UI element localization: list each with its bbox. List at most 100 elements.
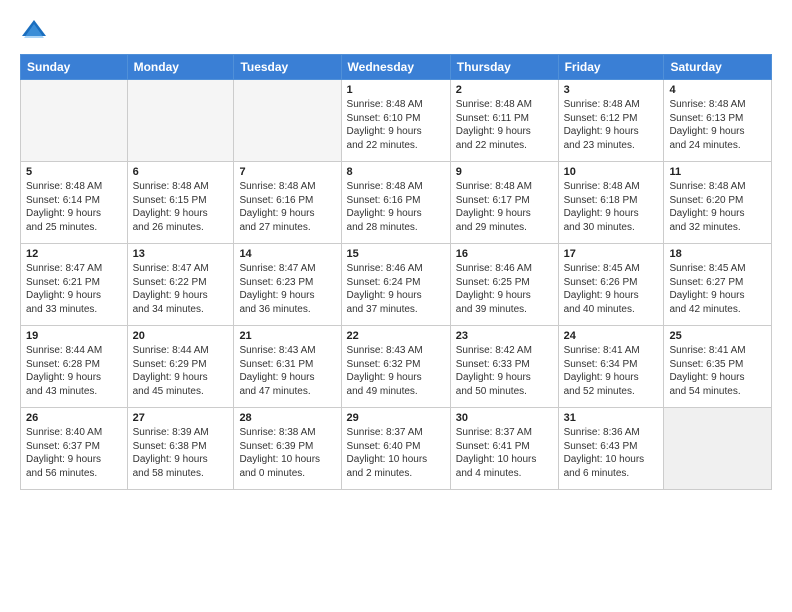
calendar-header-row: SundayMondayTuesdayWednesdayThursdayFrid… [21, 55, 772, 80]
day-number: 14 [239, 248, 335, 260]
day-number: 24 [564, 330, 659, 342]
day-number: 2 [456, 84, 553, 96]
day-number: 26 [26, 412, 122, 424]
calendar-day-cell: 18 Sunrise: 8:45 AM Sunset: 6:27 PM Dayli… [664, 244, 772, 326]
calendar-day-cell: 14 Sunrise: 8:47 AM Sunset: 6:23 PM Dayli… [234, 244, 341, 326]
day-info: Sunrise: 8:48 AM Sunset: 6:11 PM Dayligh… [456, 98, 553, 152]
day-number: 13 [133, 248, 229, 260]
day-number: 19 [26, 330, 122, 342]
weekday-header: Monday [127, 55, 234, 80]
calendar-week-row: 1Sunrise: 8:48 AM Sunset: 6:10 PM Daylig… [21, 80, 772, 162]
day-number: 8 [347, 166, 445, 178]
day-info: Sunrise: 8:48 AM Sunset: 6:17 PM Dayligh… [456, 180, 553, 234]
day-info: Sunrise: 8:47 AM Sunset: 6:21 PM Dayligh… [26, 262, 122, 316]
day-info: Sunrise: 8:37 AM Sunset: 6:40 PM Dayligh… [347, 426, 445, 480]
day-info: Sunrise: 8:48 AM Sunset: 6:13 PM Dayligh… [669, 98, 766, 152]
calendar-day-cell: 10Sunrise: 8:48 AM Sunset: 6:18 PM Dayli… [558, 162, 664, 244]
calendar-day-cell: 28 Sunrise: 8:38 AM Sunset: 6:39 PM Dayli… [234, 408, 341, 490]
day-number: 20 [133, 330, 229, 342]
day-info: Sunrise: 8:48 AM Sunset: 6:15 PM Dayligh… [133, 180, 229, 234]
calendar-day-cell [21, 80, 128, 162]
calendar-day-cell: 21Sunrise: 8:43 AM Sunset: 6:31 PM Dayli… [234, 326, 341, 408]
day-info: Sunrise: 8:44 AM Sunset: 6:29 PM Dayligh… [133, 344, 229, 398]
calendar-day-cell: 16 Sunrise: 8:46 AM Sunset: 6:25 PM Dayli… [450, 244, 558, 326]
weekday-header: Wednesday [341, 55, 450, 80]
day-number: 30 [456, 412, 553, 424]
day-info: Sunrise: 8:48 AM Sunset: 6:20 PM Dayligh… [669, 180, 766, 234]
day-info: Sunrise: 8:41 AM Sunset: 6:35 PM Dayligh… [669, 344, 766, 398]
calendar-day-cell: 20 Sunrise: 8:44 AM Sunset: 6:29 PM Dayli… [127, 326, 234, 408]
day-info: Sunrise: 8:40 AM Sunset: 6:37 PM Dayligh… [26, 426, 122, 480]
calendar-day-cell: 27 Sunrise: 8:39 AM Sunset: 6:38 PM Dayli… [127, 408, 234, 490]
day-info: Sunrise: 8:47 AM Sunset: 6:23 PM Dayligh… [239, 262, 335, 316]
day-number: 27 [133, 412, 229, 424]
day-info: Sunrise: 8:42 AM Sunset: 6:33 PM Dayligh… [456, 344, 553, 398]
calendar-day-cell: 24 Sunrise: 8:41 AM Sunset: 6:34 PM Dayli… [558, 326, 664, 408]
calendar-day-cell: 1Sunrise: 8:48 AM Sunset: 6:10 PM Daylig… [341, 80, 450, 162]
day-number: 16 [456, 248, 553, 260]
day-number: 4 [669, 84, 766, 96]
calendar-day-cell: 7Sunrise: 8:48 AM Sunset: 6:16 PM Daylig… [234, 162, 341, 244]
day-number: 18 [669, 248, 766, 260]
day-info: Sunrise: 8:48 AM Sunset: 6:14 PM Dayligh… [26, 180, 122, 234]
calendar-day-cell: 19 Sunrise: 8:44 AM Sunset: 6:28 PM Dayli… [21, 326, 128, 408]
weekday-header: Saturday [664, 55, 772, 80]
day-info: Sunrise: 8:43 AM Sunset: 6:31 PM Dayligh… [239, 344, 335, 398]
calendar-day-cell: 11Sunrise: 8:48 AM Sunset: 6:20 PM Dayli… [664, 162, 772, 244]
header [20, 16, 772, 44]
calendar-day-cell: 5Sunrise: 8:48 AM Sunset: 6:14 PM Daylig… [21, 162, 128, 244]
calendar-day-cell: 25 Sunrise: 8:41 AM Sunset: 6:35 PM Dayli… [664, 326, 772, 408]
calendar-day-cell: 4 Sunrise: 8:48 AM Sunset: 6:13 PM Daylig… [664, 80, 772, 162]
calendar: SundayMondayTuesdayWednesdayThursdayFrid… [20, 54, 772, 490]
calendar-day-cell: 29 Sunrise: 8:37 AM Sunset: 6:40 PM Dayli… [341, 408, 450, 490]
day-info: Sunrise: 8:38 AM Sunset: 6:39 PM Dayligh… [239, 426, 335, 480]
calendar-day-cell [127, 80, 234, 162]
day-info: Sunrise: 8:46 AM Sunset: 6:24 PM Dayligh… [347, 262, 445, 316]
day-info: Sunrise: 8:48 AM Sunset: 6:12 PM Dayligh… [564, 98, 659, 152]
calendar-day-cell: 26 Sunrise: 8:40 AM Sunset: 6:37 PM Dayli… [21, 408, 128, 490]
day-info: Sunrise: 8:39 AM Sunset: 6:38 PM Dayligh… [133, 426, 229, 480]
day-info: Sunrise: 8:41 AM Sunset: 6:34 PM Dayligh… [564, 344, 659, 398]
day-number: 25 [669, 330, 766, 342]
page: SundayMondayTuesdayWednesdayThursdayFrid… [0, 0, 792, 506]
day-info: Sunrise: 8:45 AM Sunset: 6:26 PM Dayligh… [564, 262, 659, 316]
day-number: 6 [133, 166, 229, 178]
day-info: Sunrise: 8:48 AM Sunset: 6:18 PM Dayligh… [564, 180, 659, 234]
calendar-day-cell: 8 Sunrise: 8:48 AM Sunset: 6:16 PM Daylig… [341, 162, 450, 244]
day-number: 31 [564, 412, 659, 424]
weekday-header: Tuesday [234, 55, 341, 80]
logo [20, 16, 52, 44]
day-info: Sunrise: 8:37 AM Sunset: 6:41 PM Dayligh… [456, 426, 553, 480]
day-number: 17 [564, 248, 659, 260]
day-number: 7 [239, 166, 335, 178]
day-info: Sunrise: 8:48 AM Sunset: 6:10 PM Dayligh… [347, 98, 445, 152]
calendar-day-cell [234, 80, 341, 162]
calendar-week-row: 12 Sunrise: 8:47 AM Sunset: 6:21 PM Dayli… [21, 244, 772, 326]
day-number: 28 [239, 412, 335, 424]
day-number: 29 [347, 412, 445, 424]
calendar-week-row: 19 Sunrise: 8:44 AM Sunset: 6:28 PM Dayli… [21, 326, 772, 408]
calendar-day-cell: 2 Sunrise: 8:48 AM Sunset: 6:11 PM Daylig… [450, 80, 558, 162]
calendar-week-row: 26 Sunrise: 8:40 AM Sunset: 6:37 PM Dayli… [21, 408, 772, 490]
calendar-day-cell: 3 Sunrise: 8:48 AM Sunset: 6:12 PM Daylig… [558, 80, 664, 162]
calendar-day-cell: 17 Sunrise: 8:45 AM Sunset: 6:26 PM Dayli… [558, 244, 664, 326]
calendar-day-cell: 9 Sunrise: 8:48 AM Sunset: 6:17 PM Daylig… [450, 162, 558, 244]
day-info: Sunrise: 8:47 AM Sunset: 6:22 PM Dayligh… [133, 262, 229, 316]
day-info: Sunrise: 8:48 AM Sunset: 6:16 PM Dayligh… [347, 180, 445, 234]
day-info: Sunrise: 8:46 AM Sunset: 6:25 PM Dayligh… [456, 262, 553, 316]
calendar-day-cell: 30 Sunrise: 8:37 AM Sunset: 6:41 PM Dayli… [450, 408, 558, 490]
calendar-week-row: 5Sunrise: 8:48 AM Sunset: 6:14 PM Daylig… [21, 162, 772, 244]
day-info: Sunrise: 8:43 AM Sunset: 6:32 PM Dayligh… [347, 344, 445, 398]
calendar-day-cell: 23 Sunrise: 8:42 AM Sunset: 6:33 PM Dayli… [450, 326, 558, 408]
calendar-day-cell: 22Sunrise: 8:43 AM Sunset: 6:32 PM Dayli… [341, 326, 450, 408]
day-number: 12 [26, 248, 122, 260]
day-number: 23 [456, 330, 553, 342]
day-info: Sunrise: 8:44 AM Sunset: 6:28 PM Dayligh… [26, 344, 122, 398]
calendar-day-cell: 6 Sunrise: 8:48 AM Sunset: 6:15 PM Daylig… [127, 162, 234, 244]
day-info: Sunrise: 8:45 AM Sunset: 6:27 PM Dayligh… [669, 262, 766, 316]
calendar-day-cell: 12 Sunrise: 8:47 AM Sunset: 6:21 PM Dayli… [21, 244, 128, 326]
day-number: 15 [347, 248, 445, 260]
day-number: 9 [456, 166, 553, 178]
day-number: 3 [564, 84, 659, 96]
calendar-day-cell: 31Sunrise: 8:36 AM Sunset: 6:43 PM Dayli… [558, 408, 664, 490]
